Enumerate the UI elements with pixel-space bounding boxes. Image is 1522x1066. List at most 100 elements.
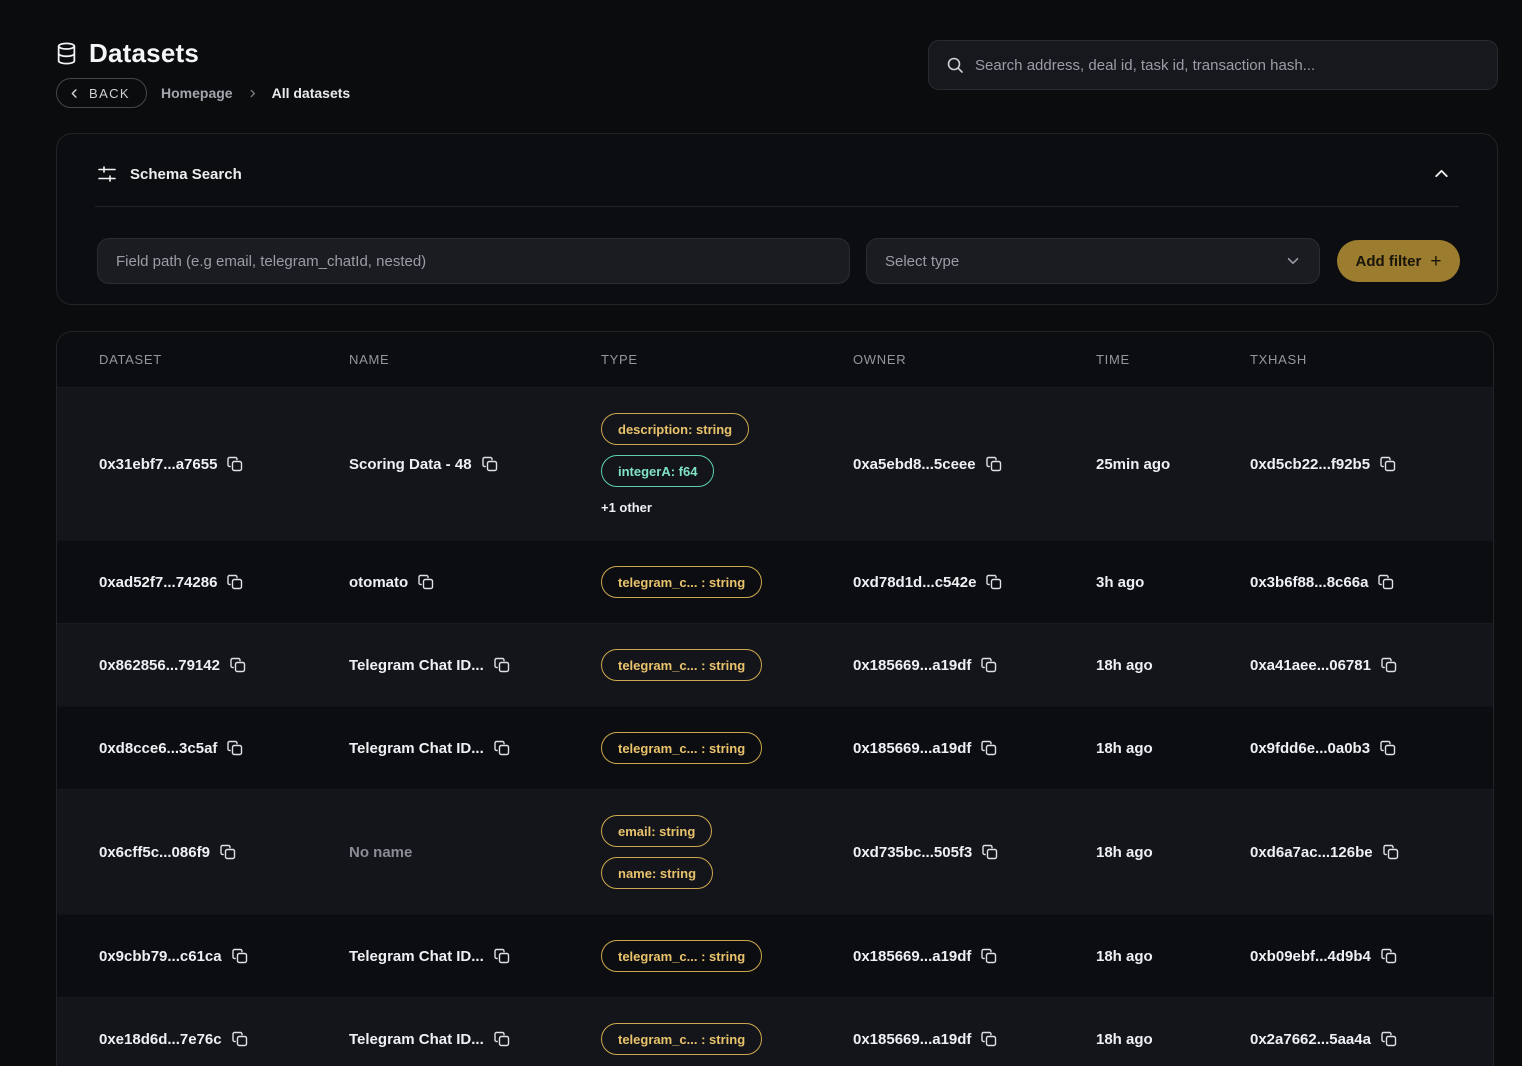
name-cell: Telegram Chat ID... [349,740,601,757]
owner-address: 0xd735bc...505f3 [853,844,972,861]
divider [95,206,1459,207]
time-cell: 3h ago [1096,574,1250,591]
type-cell: telegram_c... : string [601,940,853,972]
dataset-name: otomato [349,574,408,591]
time-cell: 18h ago [1096,1031,1250,1048]
txhash-cell: 0x3b6f88...8c66a [1250,574,1493,591]
owner-cell: 0xd735bc...505f3 [853,844,1096,861]
copy-icon[interactable] [232,1031,248,1047]
column-header-time: TIME [1096,352,1250,367]
txhash-cell: 0x2a7662...5aa4a [1250,1031,1493,1048]
type-badge: telegram_c... : string [601,732,762,764]
dataset-id: 0x9cbb79...c61ca [99,948,222,965]
dataset-id: 0xd8cce6...3c5af [99,740,217,757]
type-badge: email: string [601,815,712,847]
transaction-hash: 0xd6a7ac...126be [1250,844,1373,861]
transaction-hash: 0x3b6f88...8c66a [1250,574,1368,591]
copy-icon[interactable] [1381,657,1397,673]
breadcrumb-current: All datasets [272,85,351,101]
search-input[interactable] [975,57,1480,74]
dataset-id: 0x6cff5c...086f9 [99,844,210,861]
datasets-table: DATASET NAME TYPE OWNER TIME TXHASH 0x31… [56,331,1494,1066]
transaction-hash: 0x2a7662...5aa4a [1250,1031,1371,1048]
copy-icon[interactable] [220,844,236,860]
dataset-cell: 0x862856...79142 [99,657,349,674]
copy-icon[interactable] [1380,456,1396,472]
copy-icon[interactable] [494,740,510,756]
copy-icon[interactable] [986,456,1002,472]
table-row[interactable]: 0x9cbb79...c61ca Telegram Chat ID... tel… [57,914,1493,997]
copy-icon[interactable] [482,456,498,472]
table-header-row: DATASET NAME TYPE OWNER TIME TXHASH [57,332,1493,387]
type-cell: telegram_c... : string [601,732,853,764]
table-row[interactable]: 0x6cff5c...086f9 No name email: string na… [57,789,1493,914]
dataset-cell: 0xe18d6d...7e76c [99,1031,349,1048]
column-header-owner: OWNER [853,352,1096,367]
copy-icon[interactable] [1381,948,1397,964]
time-cell: 18h ago [1096,740,1250,757]
field-path-input[interactable] [97,238,850,284]
table-row[interactable]: 0xd8cce6...3c5af Telegram Chat ID... tel… [57,706,1493,789]
transaction-hash: 0x9fdd6e...0a0b3 [1250,740,1370,757]
owner-address: 0xd78d1d...c542e [853,574,976,591]
type-badge: telegram_c... : string [601,1023,762,1055]
breadcrumb-home[interactable]: Homepage [161,85,233,101]
copy-icon[interactable] [981,657,997,673]
copy-icon[interactable] [1381,1031,1397,1047]
copy-icon[interactable] [1380,740,1396,756]
copy-icon[interactable] [230,657,246,673]
back-button[interactable]: BACK [56,78,147,108]
collapse-button[interactable] [1428,160,1455,187]
copy-icon[interactable] [418,574,434,590]
type-badge: description: string [601,413,749,445]
name-cell: No name [349,844,601,861]
type-cell: telegram_c... : string [601,1023,853,1055]
txhash-cell: 0xd6a7ac...126be [1250,844,1493,861]
copy-icon[interactable] [227,740,243,756]
name-cell: Scoring Data - 48 [349,456,601,473]
transaction-hash: 0xd5cb22...f92b5 [1250,456,1370,473]
dataset-id: 0x31ebf7...a7655 [99,456,217,473]
copy-icon[interactable] [227,574,243,590]
copy-icon[interactable] [981,740,997,756]
table-row[interactable]: 0x31ebf7...a7655 Scoring Data - 48 descr… [57,387,1493,540]
global-search [928,40,1498,90]
table-row[interactable]: 0xad52f7...74286 otomato telegram_c... :… [57,540,1493,623]
owner-cell: 0xa5ebd8...5ceee [853,456,1096,473]
back-label: BACK [89,86,130,101]
dataset-name: Scoring Data - 48 [349,456,472,473]
transaction-hash: 0xa41aee...06781 [1250,657,1371,674]
table-row[interactable]: 0x862856...79142 Telegram Chat ID... tel… [57,623,1493,706]
copy-icon[interactable] [981,1031,997,1047]
txhash-cell: 0x9fdd6e...0a0b3 [1250,740,1493,757]
page-title: Datasets [89,38,199,69]
time-cell: 25min ago [1096,456,1250,473]
transaction-hash: 0xb09ebf...4d9b4 [1250,948,1371,965]
time-cell: 18h ago [1096,948,1250,965]
more-types-label: +1 other [601,500,652,515]
type-badge: integerA: f64 [601,455,714,487]
type-badge: telegram_c... : string [601,940,762,972]
copy-icon[interactable] [494,657,510,673]
copy-icon[interactable] [1383,844,1399,860]
copy-icon[interactable] [981,948,997,964]
dataset-cell: 0xd8cce6...3c5af [99,740,349,757]
time-cell: 18h ago [1096,657,1250,674]
copy-icon[interactable] [494,1031,510,1047]
owner-address: 0x185669...a19df [853,657,971,674]
copy-icon[interactable] [986,574,1002,590]
copy-icon[interactable] [1378,574,1394,590]
copy-icon[interactable] [232,948,248,964]
copy-icon[interactable] [982,844,998,860]
column-header-type: TYPE [601,352,853,367]
copy-icon[interactable] [494,948,510,964]
owner-cell: 0x185669...a19df [853,948,1096,965]
type-select[interactable]: Select type [866,238,1320,284]
type-cell: email: string name: string [601,815,853,889]
schema-search-panel: Schema Search Select type Add filter + [56,133,1498,305]
type-badge: name: string [601,857,713,889]
table-row[interactable]: 0xe18d6d...7e76c Telegram Chat ID... tel… [57,997,1493,1066]
dataset-cell: 0xad52f7...74286 [99,574,349,591]
copy-icon[interactable] [227,456,243,472]
add-filter-button[interactable]: Add filter + [1337,240,1460,282]
